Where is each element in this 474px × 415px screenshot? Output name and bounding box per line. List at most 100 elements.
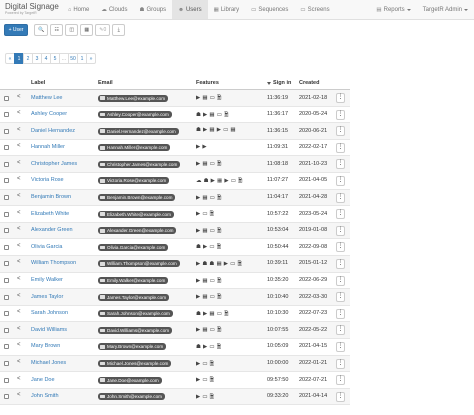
row-checkbox[interactable] <box>4 327 9 333</box>
row-checkbox[interactable] <box>4 195 9 201</box>
column-header-features[interactable]: Features <box>196 80 219 86</box>
row-menu-button[interactable]: ⋮ <box>336 225 345 236</box>
nav-groups[interactable]: ☗ Groups <box>134 0 173 19</box>
share-icon[interactable]: < <box>17 342 21 348</box>
user-label-link[interactable]: Emily Walker <box>31 277 63 283</box>
row-checkbox[interactable] <box>4 228 9 234</box>
layout-button[interactable]: ◫ <box>65 24 79 36</box>
user-label-link[interactable]: James Taylor <box>31 294 63 300</box>
columns-button[interactable]: ☷ <box>50 24 64 36</box>
user-label-link[interactable]: Benjamin Brown <box>31 194 71 200</box>
row-menu-button[interactable]: ⋮ <box>336 358 345 369</box>
nav-screens[interactable]: ▭ Screens <box>294 0 335 19</box>
pagination-next[interactable]: » <box>86 53 96 64</box>
user-label-link[interactable]: Matthew Lee <box>31 95 63 101</box>
row-checkbox[interactable] <box>4 145 9 151</box>
feature-filter-button[interactable]: ✎ 0 <box>95 24 111 36</box>
share-icon[interactable]: < <box>17 392 21 398</box>
row-menu-button[interactable]: ⋮ <box>336 109 345 120</box>
user-label-link[interactable]: Victoria Rose <box>31 177 64 183</box>
calendar-button[interactable]: ▦ <box>80 24 94 36</box>
user-label-link[interactable]: Olivia Garcia <box>31 244 62 250</box>
row-menu-button[interactable]: ⋮ <box>336 175 345 186</box>
column-header-label[interactable]: Label <box>31 80 45 86</box>
user-label-link[interactable]: Mary Brown <box>31 343 60 349</box>
nav-account[interactable]: TargetR Admin <box>417 0 474 19</box>
nav-reports[interactable]: ▤ Reports <box>370 0 416 19</box>
row-menu-button[interactable]: ⋮ <box>336 258 345 269</box>
row-checkbox[interactable] <box>4 261 9 267</box>
nav-sequences[interactable]: ▭ Sequences <box>245 0 294 19</box>
row-checkbox[interactable] <box>4 161 9 167</box>
share-icon[interactable]: < <box>17 193 21 199</box>
download-button[interactable]: ⤓ <box>112 24 126 36</box>
row-menu-button[interactable]: ⋮ <box>336 242 345 253</box>
share-icon[interactable]: < <box>17 176 21 182</box>
row-checkbox[interactable] <box>4 95 9 101</box>
user-label-link[interactable]: Jane Doe <box>31 377 55 383</box>
row-menu-button[interactable]: ⋮ <box>336 375 345 386</box>
user-label-link[interactable]: Sarah Johnson <box>31 310 68 316</box>
add-user-button[interactable]: + User <box>4 24 28 36</box>
share-icon[interactable]: < <box>17 376 21 382</box>
row-menu-button[interactable]: ⋮ <box>336 308 345 319</box>
row-checkbox[interactable] <box>4 344 9 350</box>
row-menu-button[interactable]: ⋮ <box>336 275 345 286</box>
user-label-link[interactable]: Daniel Hernandez <box>31 128 75 134</box>
row-menu-button[interactable]: ⋮ <box>336 209 345 220</box>
user-label-link[interactable]: William Thompson <box>31 260 76 266</box>
search-button[interactable]: 🔍 <box>34 24 49 36</box>
user-label-link[interactable]: Michael Jones <box>31 360 66 366</box>
row-checkbox[interactable] <box>4 394 9 400</box>
share-icon[interactable]: < <box>17 94 21 100</box>
share-icon[interactable]: < <box>17 326 21 332</box>
nav-home[interactable]: ⌂ Home <box>62 0 95 19</box>
column-header-created[interactable]: Created <box>299 80 319 86</box>
user-label-link[interactable]: Alexander Green <box>31 227 73 233</box>
feature-icons: ▶ ▦ ▭ 🗎 <box>196 277 222 284</box>
row-checkbox[interactable] <box>4 178 9 184</box>
row-checkbox[interactable] <box>4 377 9 383</box>
row-checkbox[interactable] <box>4 244 9 250</box>
column-header-signin[interactable]: Sign in <box>273 80 291 86</box>
row-checkbox[interactable] <box>4 112 9 118</box>
row-menu-button[interactable]: ⋮ <box>336 159 345 170</box>
nav-clouds[interactable]: ☁ Clouds <box>95 0 133 19</box>
user-label-link[interactable]: Hannah Miller <box>31 144 65 150</box>
share-icon[interactable]: < <box>17 127 21 133</box>
row-checkbox[interactable] <box>4 294 9 300</box>
user-label-link[interactable]: John Smith <box>31 393 59 399</box>
share-icon[interactable]: < <box>17 276 21 282</box>
row-menu-button[interactable]: ⋮ <box>336 192 345 203</box>
brand[interactable]: Digital Signage Powered by TargetR <box>0 0 62 19</box>
share-icon[interactable]: < <box>17 143 21 149</box>
share-icon[interactable]: < <box>17 210 21 216</box>
share-icon[interactable]: < <box>17 110 21 116</box>
share-icon[interactable]: < <box>17 309 21 315</box>
row-menu-button[interactable]: ⋮ <box>336 142 345 153</box>
user-label-link[interactable]: Ashley Cooper <box>31 111 67 117</box>
row-menu-button[interactable]: ⋮ <box>336 292 345 303</box>
nav-library[interactable]: ▦ Library <box>208 0 246 19</box>
nav-users[interactable]: ☻ Users <box>172 0 208 19</box>
row-menu-button[interactable]: ⋮ <box>336 93 345 103</box>
column-header-email[interactable]: Email <box>98 80 113 86</box>
row-menu-button[interactable]: ⋮ <box>336 341 345 352</box>
share-icon[interactable]: < <box>17 226 21 232</box>
row-checkbox[interactable] <box>4 128 9 134</box>
share-icon[interactable]: < <box>17 359 21 365</box>
row-checkbox[interactable] <box>4 311 9 317</box>
share-icon[interactable]: < <box>17 293 21 299</box>
row-menu-button[interactable]: ⋮ <box>336 391 345 402</box>
user-label-link[interactable]: Christopher James <box>31 161 77 167</box>
row-checkbox[interactable] <box>4 361 9 366</box>
user-label-link[interactable]: David Williams <box>31 327 67 333</box>
row-menu-button[interactable]: ⋮ <box>336 325 345 336</box>
user-label-link[interactable]: Elizabeth White <box>31 211 69 217</box>
row-checkbox[interactable] <box>4 211 9 217</box>
row-menu-button[interactable]: ⋮ <box>336 126 345 137</box>
share-icon[interactable]: < <box>17 243 21 249</box>
row-checkbox[interactable] <box>4 278 9 284</box>
share-icon[interactable]: < <box>17 259 21 265</box>
share-icon[interactable]: < <box>17 160 21 166</box>
